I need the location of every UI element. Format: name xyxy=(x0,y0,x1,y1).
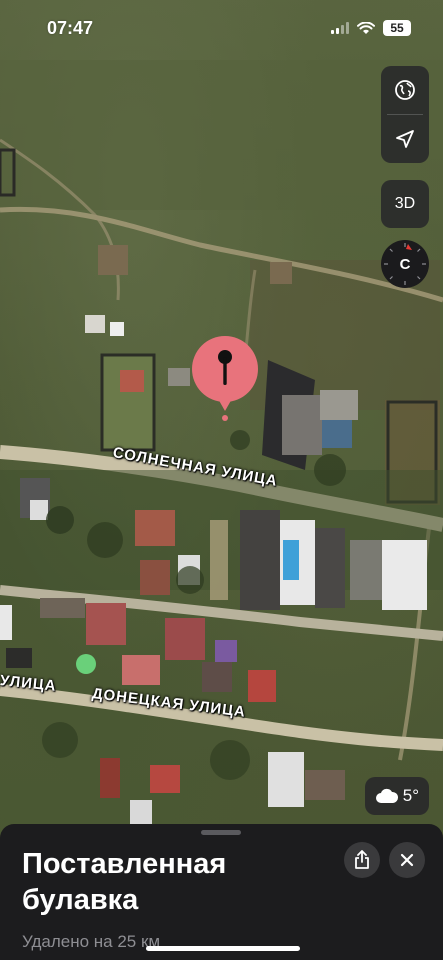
mode-3d-label: 3D xyxy=(394,195,416,212)
place-title: Поставленная булавка xyxy=(22,848,227,916)
location-arrow-icon xyxy=(396,130,414,148)
sheet-grabber[interactable] xyxy=(201,830,241,835)
close-button[interactable] xyxy=(389,842,425,878)
status-time: 07:47 xyxy=(47,18,94,38)
map-mode-button[interactable] xyxy=(381,66,429,114)
signal-icon xyxy=(331,22,349,34)
wifi-icon xyxy=(357,21,375,34)
weather-temperature: 5° xyxy=(402,786,419,805)
satellite-map[interactable]: СОЛНЕЧНАЯ УЛИЦА ДОНЕЦКАЯ УЛИЦА УЛИЦА xyxy=(0,0,443,960)
place-distance: Удалено на 25 км xyxy=(22,932,161,951)
close-icon xyxy=(400,853,414,867)
compass-label: C xyxy=(399,255,411,273)
globe-icon xyxy=(395,80,415,100)
current-location-button[interactable] xyxy=(381,115,429,163)
dropped-pin-marker[interactable] xyxy=(191,335,259,421)
battery-icon: 55 xyxy=(383,20,411,36)
status-icons: 55 xyxy=(331,20,411,36)
status-bar: 07:47 55 xyxy=(0,0,443,58)
compass-button[interactable]: C xyxy=(381,240,429,288)
share-icon xyxy=(355,850,369,869)
mode-3d-button[interactable]: 3D xyxy=(381,180,429,228)
weather-badge: 5° xyxy=(364,777,429,815)
cloud-icon xyxy=(375,788,398,803)
home-indicator[interactable] xyxy=(146,946,300,951)
map-controls xyxy=(381,66,429,163)
place-card-sheet[interactable]: Поставленная булавка Удалено на 25 км xyxy=(0,824,443,960)
share-button[interactable] xyxy=(344,842,380,878)
mode-3d-group: 3D xyxy=(381,180,429,228)
